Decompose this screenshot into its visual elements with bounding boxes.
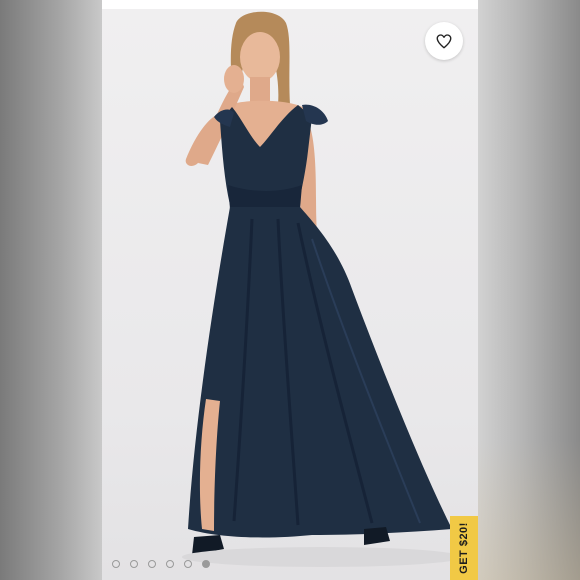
product-image-card: GET $20! <box>102 0 478 580</box>
carousel-dot[interactable] <box>184 560 192 568</box>
carousel-dot[interactable] <box>148 560 156 568</box>
promo-tab-label: GET $20! <box>458 522 470 574</box>
carousel-dot[interactable] <box>166 560 174 568</box>
promo-tab[interactable]: GET $20! <box>450 516 478 580</box>
carousel-dots <box>112 560 210 568</box>
top-strip <box>102 0 478 9</box>
model-in-dress-illustration <box>182 11 462 567</box>
blurred-background-left <box>0 0 102 580</box>
product-photo[interactable] <box>102 9 478 580</box>
carousel-dot[interactable] <box>130 560 138 568</box>
carousel-dot-active[interactable] <box>202 560 210 568</box>
blurred-background-right <box>478 0 580 580</box>
heart-outline-icon <box>436 34 452 49</box>
like-button[interactable] <box>425 22 463 60</box>
carousel-dot[interactable] <box>112 560 120 568</box>
